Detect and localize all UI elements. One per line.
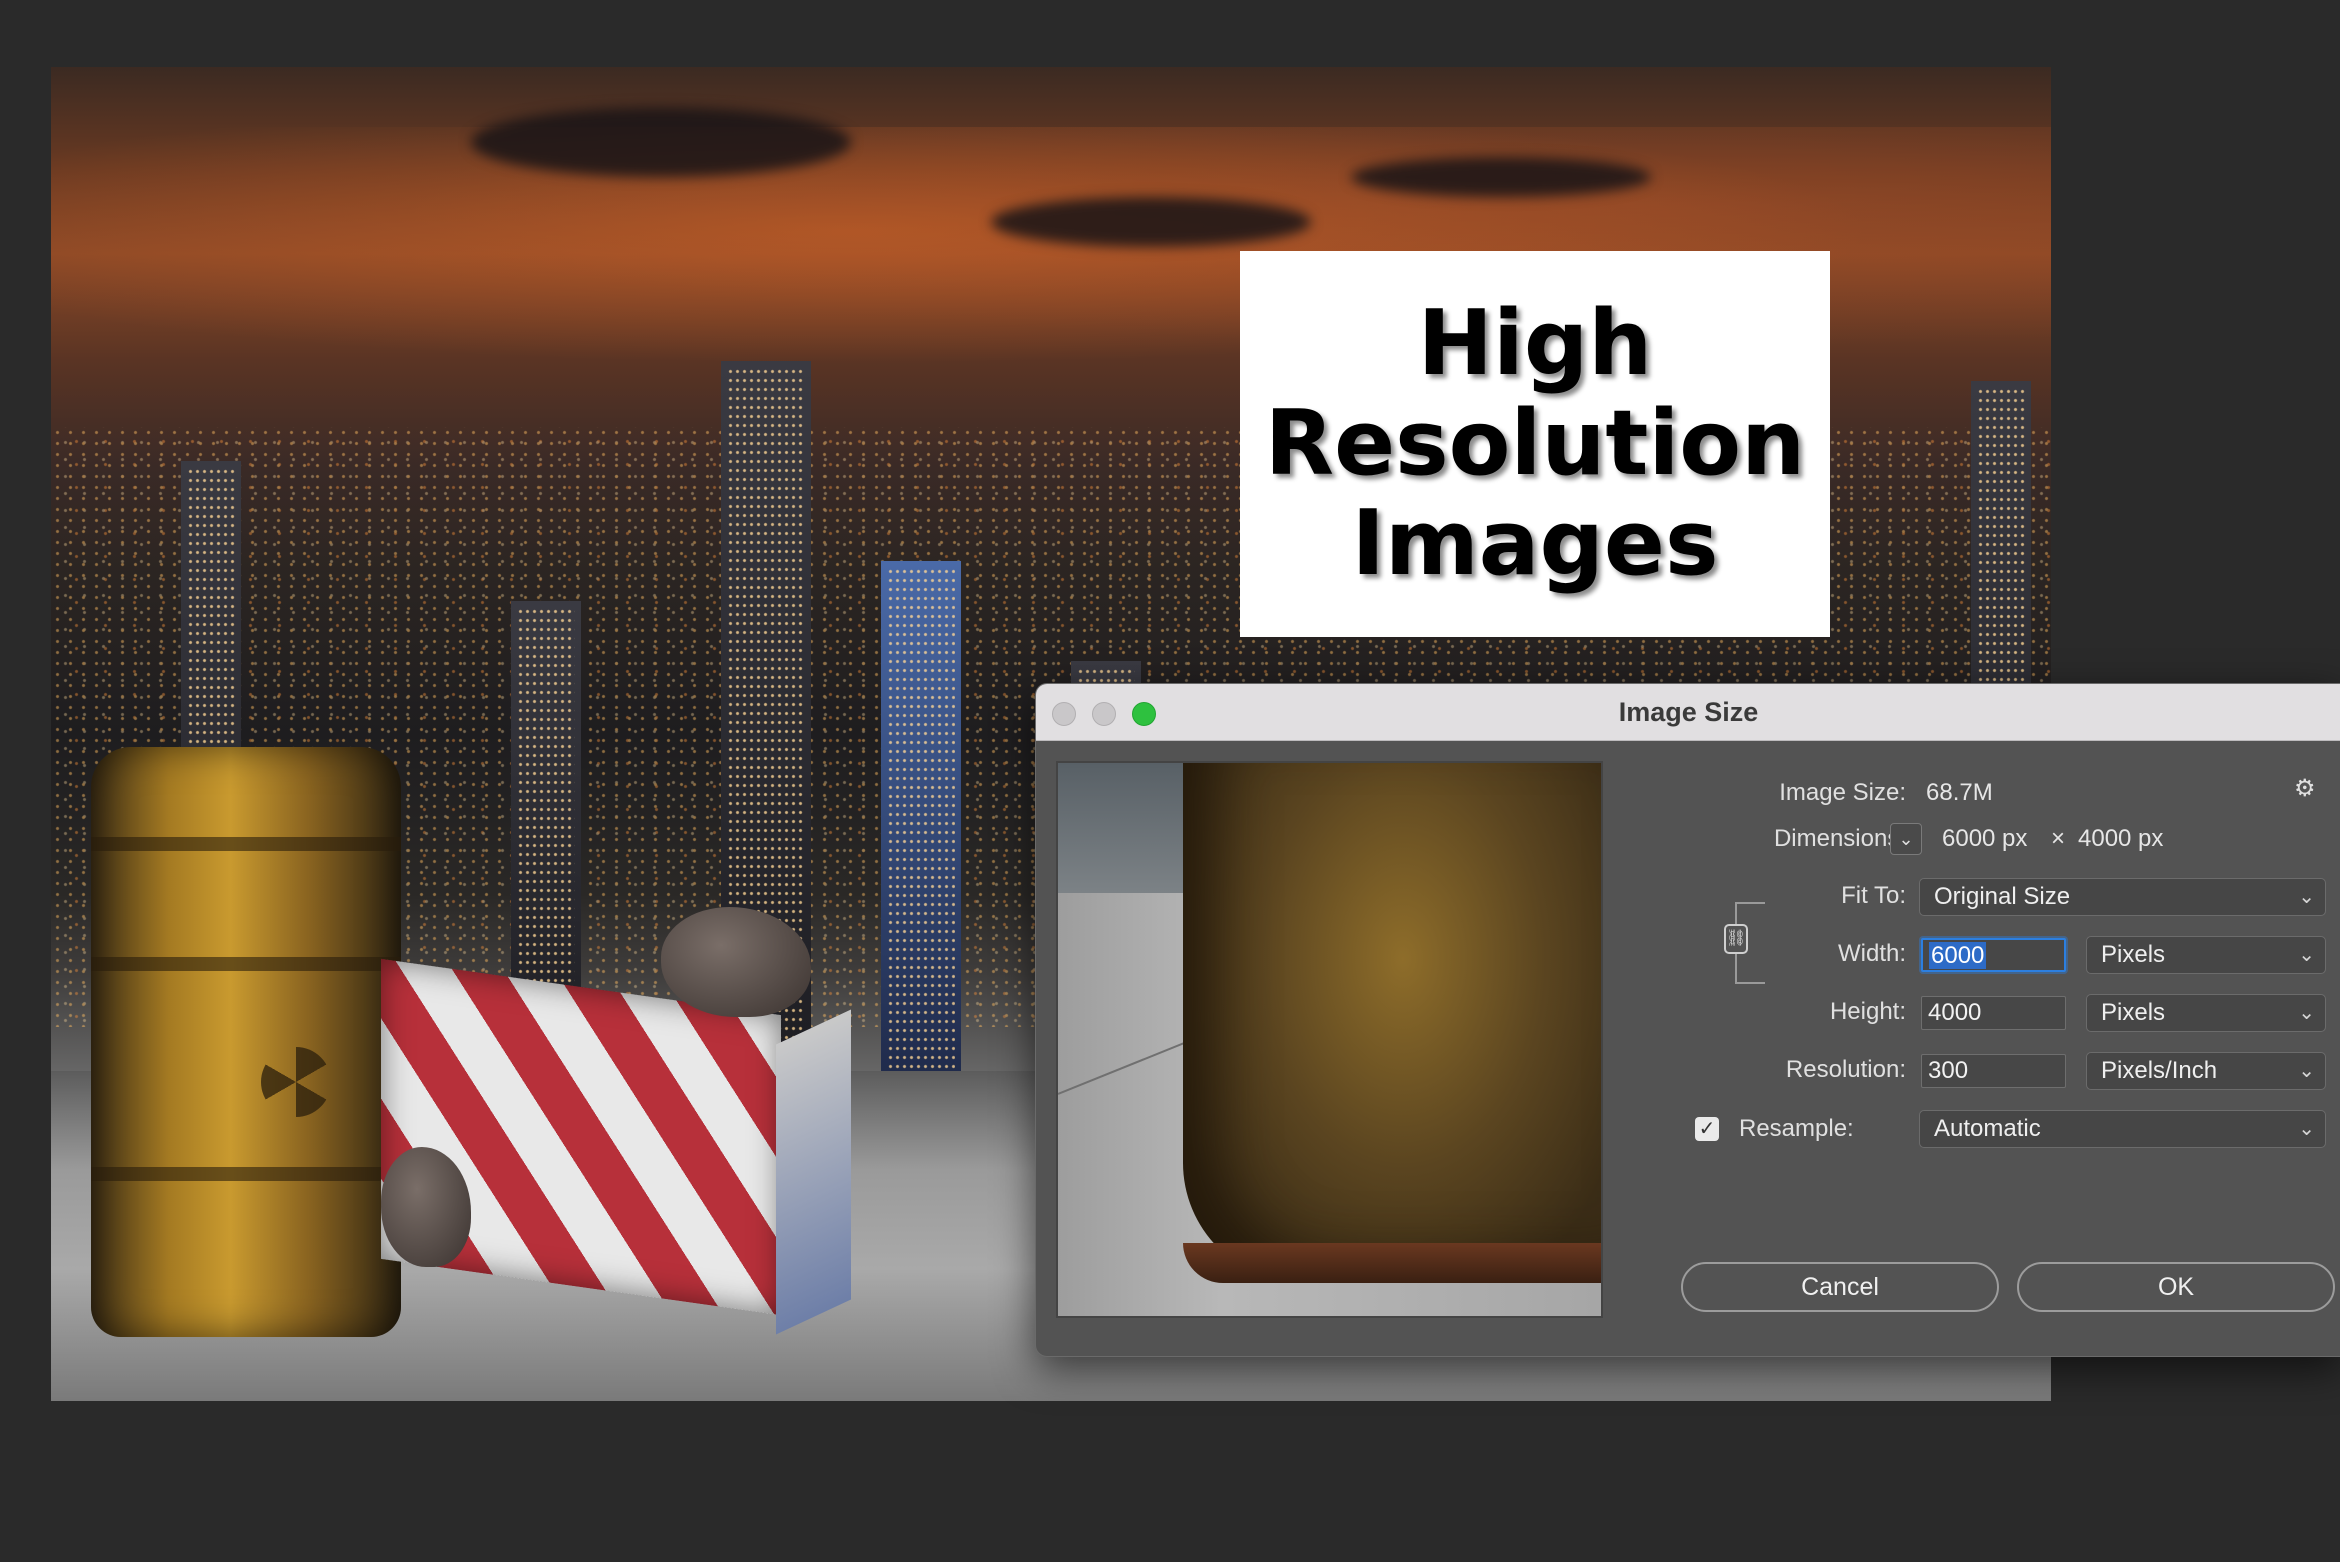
chevron-down-icon: ⌄ bbox=[2298, 944, 2315, 966]
dimensions-label: Dimensions: bbox=[1773, 825, 1906, 852]
resample-value: Automatic bbox=[1934, 1115, 2041, 1142]
chevron-down-icon: ⌄ bbox=[2298, 1060, 2315, 1082]
rusty-barrel bbox=[91, 747, 401, 1337]
image-preview[interactable] bbox=[1056, 761, 1603, 1318]
headline-line-1: High bbox=[1417, 291, 1653, 396]
headline-line-2: Resolution bbox=[1264, 391, 1806, 496]
resolution-unit-select[interactable]: Pixels/Inch ⌄ bbox=[2086, 1052, 2326, 1090]
preview-barrel bbox=[1183, 763, 1601, 1283]
resample-checkbox[interactable]: ✓ bbox=[1695, 1117, 1719, 1141]
ok-button[interactable]: OK bbox=[2017, 1262, 2335, 1312]
height-unit-select[interactable]: Pixels ⌄ bbox=[2086, 994, 2326, 1032]
resolution-unit-value: Pixels/Inch bbox=[2101, 1057, 2218, 1084]
fit-to-label: Fit To: bbox=[1841, 882, 1906, 909]
skyscraper bbox=[881, 561, 961, 1081]
dimensions-times: × bbox=[2051, 825, 2066, 852]
image-size-value: 68.7M bbox=[1926, 779, 1993, 806]
resample-label: Resample: bbox=[1739, 1115, 1854, 1142]
headline-line-3: Images bbox=[1351, 491, 1719, 596]
dialog-title: Image Size bbox=[1618, 697, 1759, 727]
fit-to-value: Original Size bbox=[1934, 883, 2071, 910]
height-label: Height: bbox=[1829, 998, 1906, 1025]
chevron-down-icon: ⌄ bbox=[1898, 828, 1914, 849]
resolution-input[interactable]: 300 bbox=[1921, 1054, 2066, 1088]
link-icon[interactable]: ⛓ bbox=[1724, 924, 1748, 954]
cloud bbox=[471, 107, 851, 177]
width-unit-select[interactable]: Pixels ⌄ bbox=[2086, 936, 2326, 974]
width-input[interactable]: 6000 bbox=[1921, 938, 2066, 972]
dimensions-dropdown-button[interactable]: ⌄ bbox=[1890, 823, 1922, 855]
chevron-down-icon: ⌄ bbox=[2298, 886, 2315, 908]
dimensions-width-value: 6000 px bbox=[1942, 825, 2028, 852]
gear-icon[interactable]: ⚙ bbox=[2294, 774, 2316, 803]
cancel-button[interactable]: Cancel bbox=[1681, 1262, 1999, 1312]
fit-to-select[interactable]: Original Size ⌄ bbox=[1919, 878, 2326, 916]
image-size-label: Image Size: bbox=[1779, 779, 1906, 806]
image-size-dialog: Image Size Image Size: 68.7M ⚙ Dimension… bbox=[1035, 683, 2340, 1357]
dimensions-height-value: 4000 px bbox=[2078, 825, 2164, 852]
cloud bbox=[991, 197, 1311, 247]
cloud bbox=[1351, 157, 1651, 197]
height-input[interactable]: 4000 bbox=[1921, 996, 2066, 1030]
dialog-titlebar[interactable]: Image Size bbox=[1036, 684, 2340, 741]
barrier-side bbox=[776, 1009, 851, 1335]
resolution-label: Resolution: bbox=[1785, 1056, 1906, 1083]
radiation-symbol-icon bbox=[261, 1047, 331, 1117]
width-label: Width: bbox=[1837, 940, 1906, 967]
chevron-down-icon: ⌄ bbox=[2298, 1118, 2315, 1140]
resample-select[interactable]: Automatic ⌄ bbox=[1919, 1110, 2326, 1148]
headline-card: High Resolution Images bbox=[1240, 251, 1830, 637]
width-unit-value: Pixels bbox=[2101, 941, 2166, 968]
height-unit-value: Pixels bbox=[2101, 999, 2166, 1026]
chevron-down-icon: ⌄ bbox=[2298, 1002, 2315, 1024]
